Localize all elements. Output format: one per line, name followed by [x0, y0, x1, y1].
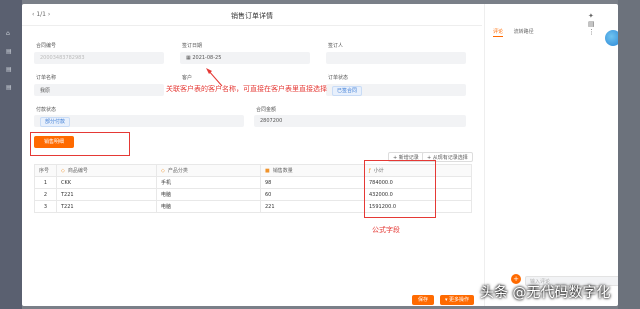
order-date-field[interactable]: ▦ 2021-08-25: [180, 52, 310, 64]
col-quantity: ■ 销售数量: [260, 164, 365, 177]
customer-label: 客户: [182, 75, 193, 81]
background-right: [618, 0, 640, 309]
col-quantity-label: 销售数量: [272, 168, 293, 174]
payment-status-label: 付款状态: [36, 107, 57, 113]
order-status-label: 订单状态: [328, 75, 349, 81]
pin-icon[interactable]: ✦: [588, 12, 594, 20]
cell-category[interactable]: 电脑: [156, 188, 261, 201]
payment-tag: 部分付款: [40, 117, 71, 127]
cell-quantity[interactable]: 60: [260, 188, 365, 201]
cell-index: 2: [34, 188, 57, 201]
field-type-icon: ◇: [61, 168, 65, 174]
customer-annotation: 关联客户表的客户名称，可直接在客户表里直接选择: [166, 85, 327, 93]
modal-header: ‹ 1/1 › 销售订单详情: [22, 4, 482, 26]
cell-index: 3: [34, 200, 57, 213]
tab-flow[interactable]: 流转路径: [514, 29, 534, 35]
cell-product-no[interactable]: CKK: [56, 176, 157, 189]
order-no-field[interactable]: 20003483782983: [34, 52, 164, 64]
order-name-field[interactable]: 我原: [34, 84, 164, 96]
print-icon[interactable]: ▤: [588, 20, 595, 28]
signer-label: 签订人: [328, 43, 344, 49]
signer-field[interactable]: [326, 52, 466, 64]
col-category: ◇ 产品分类: [156, 164, 261, 177]
menu-icon: ▤: [6, 84, 12, 91]
col-category-label: 产品分类: [167, 168, 188, 174]
col-product-no: ◇ 商品编号: [56, 164, 157, 177]
more-icon[interactable]: ⋮: [588, 28, 595, 36]
more-actions-button[interactable]: ▾ 更多操作: [440, 295, 474, 305]
cell-product-no[interactable]: T221: [56, 200, 157, 213]
menu-icon: ▤: [6, 66, 12, 73]
header-actions: ✦ ▤ ⋮: [579, 12, 604, 36]
menu-icon: ▤: [6, 48, 12, 55]
order-date-label: 签订日期: [182, 43, 203, 49]
order-name-label: 订单名称: [36, 75, 57, 81]
field-type-icon: ■: [265, 168, 270, 174]
col-product-no-label: 商品编号: [67, 168, 88, 174]
watermark: 头条 @无代码数字化: [480, 285, 611, 301]
payment-status-field[interactable]: 部分付款: [34, 115, 244, 127]
cell-index: 1: [34, 176, 57, 189]
cell-category[interactable]: 手机: [156, 176, 261, 189]
field-type-icon: ◇: [161, 168, 165, 174]
avatar[interactable]: [605, 30, 618, 46]
formula-highlight: [364, 160, 436, 218]
col-index: 序号: [34, 164, 57, 177]
status-tag: 已签合同: [332, 86, 363, 96]
order-no-label: 合同编号: [36, 43, 57, 49]
activity-panel: ✦ ▤ ⋮ 评论 流转路径 + 输入评论: [484, 4, 618, 306]
cell-quantity[interactable]: 98: [260, 176, 365, 189]
contract-amount-field[interactable]: 2807200: [254, 115, 466, 127]
modal-title: 销售订单详情: [231, 12, 273, 20]
background-sidebar: ⌂ ▤ ▤ ▤: [0, 0, 22, 309]
save-button[interactable]: 保存: [412, 295, 434, 305]
cell-product-no[interactable]: T221: [56, 188, 157, 201]
order-date-value: 2021-08-25: [192, 55, 222, 61]
sales-detail-tab[interactable]: 销售明细: [34, 136, 74, 148]
formula-annotation: 公式字段: [372, 226, 400, 234]
cell-quantity[interactable]: 221: [260, 200, 365, 213]
contract-amount-label: 合同金额: [256, 107, 277, 113]
order-detail-modal: ‹ 1/1 › 销售订单详情 合同编号 20003483782983 签订日期 …: [22, 4, 618, 306]
home-icon: ⌂: [6, 30, 10, 37]
tab-comment[interactable]: 评论: [493, 29, 504, 37]
order-status-field[interactable]: 已签合同: [326, 84, 466, 96]
activity-tabs: 评论 流转路径: [493, 28, 543, 37]
cell-category[interactable]: 电脑: [156, 200, 261, 213]
